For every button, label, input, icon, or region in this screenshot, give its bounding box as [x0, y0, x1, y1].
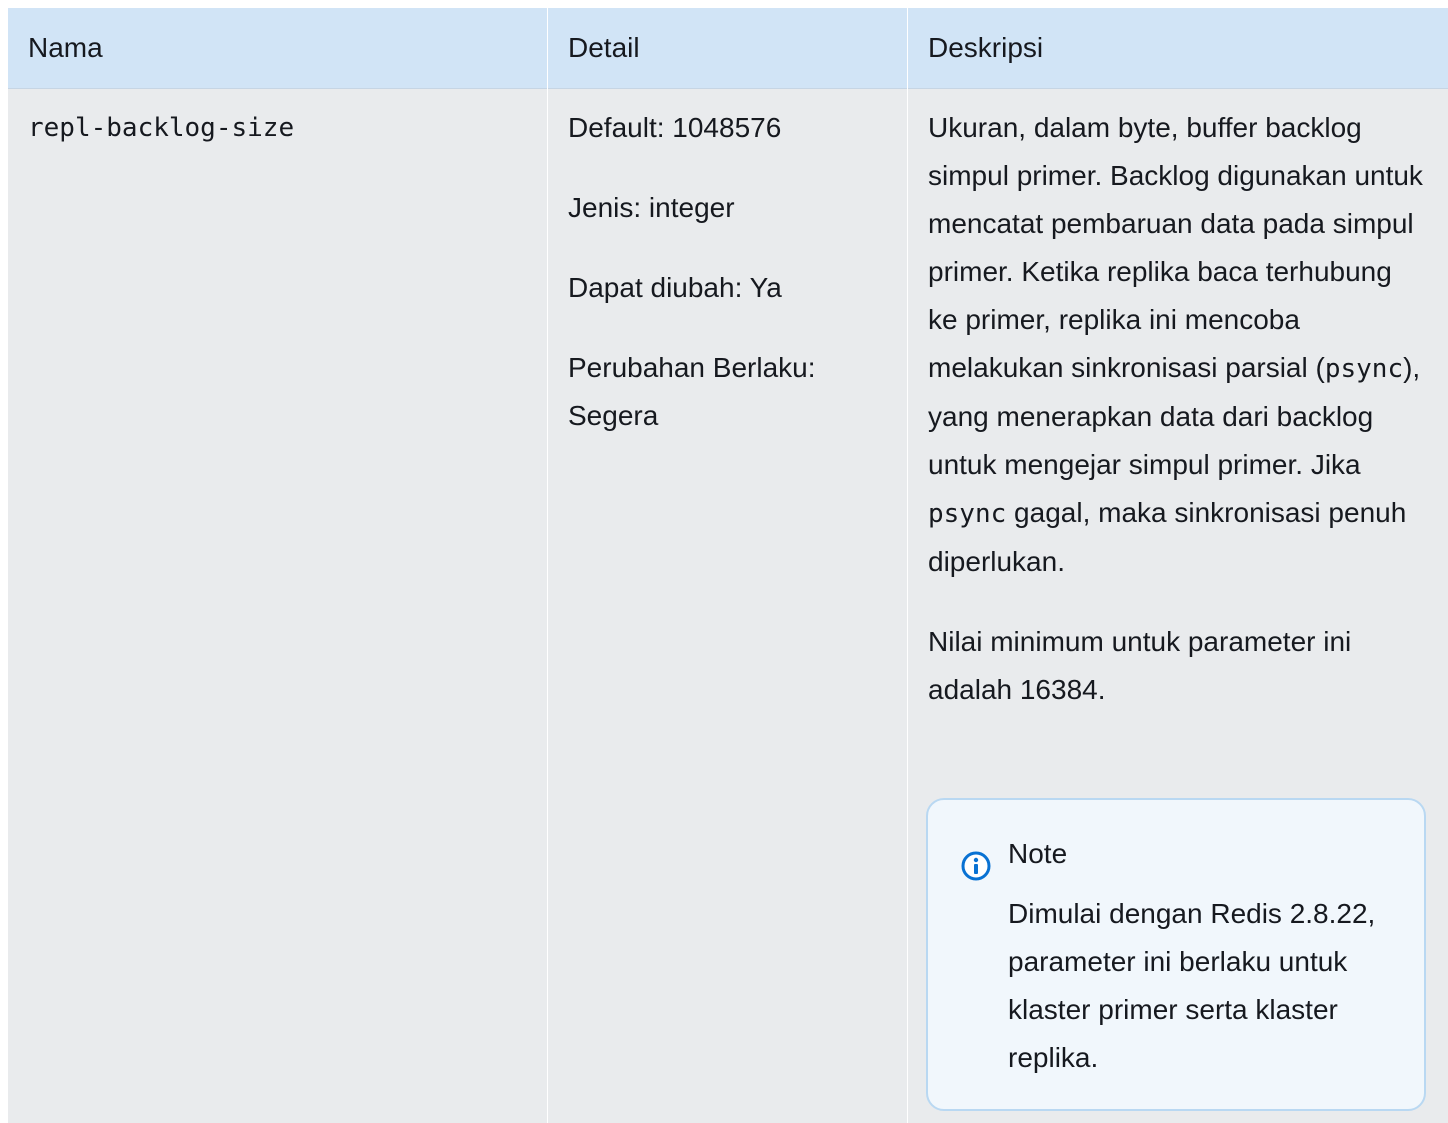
parameter-name: repl-backlog-size — [28, 113, 295, 143]
description-paragraph: Ukuran, dalam byte, buffer backlog simpu… — [928, 104, 1428, 586]
parameter-table: Nama Detail Deskripsi repl-backlog-size … — [8, 8, 1448, 1123]
note-box: Note Dimulai dengan Redis 2.8.22, parame… — [926, 798, 1426, 1111]
column-divider — [907, 8, 908, 1123]
column-header-detail: Detail — [568, 32, 640, 63]
column-header-deskripsi: Deskripsi — [928, 32, 1044, 63]
detail-changes-take-effect-value: Segera — [568, 400, 659, 431]
column-header-nama: Nama — [28, 32, 103, 63]
note-body: Dimulai dengan Redis 2.8.22, parameter i… — [1008, 898, 1376, 1073]
note-title: Note — [1008, 838, 1068, 869]
description-minimum-paragraph: Nilai minimum untuk parameter ini adalah… — [928, 626, 1352, 705]
detail-modifiable: Dapat diubah: Ya — [568, 272, 782, 303]
detail-changes-take-effect-label: Perubahan Berlaku: — [568, 352, 816, 383]
code-psync: psync — [1324, 354, 1404, 384]
description: Ukuran, dalam byte, buffer backlog simpu… — [928, 104, 1428, 746]
info-icon — [960, 850, 992, 882]
code-psync: psync — [928, 499, 1007, 529]
detail-default: Default: 1048576 — [568, 112, 782, 143]
detail-type: Jenis: integer — [568, 192, 735, 223]
description-text: Ukuran, dalam byte, buffer backlog simpu… — [928, 112, 1423, 383]
table-header-row: Nama Detail Deskripsi — [8, 8, 1448, 89]
column-divider — [547, 8, 548, 1123]
